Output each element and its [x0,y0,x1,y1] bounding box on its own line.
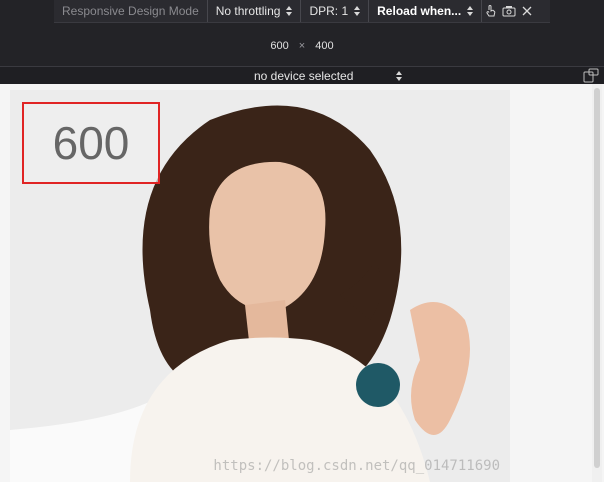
close-icon[interactable] [518,0,536,22]
reload-select[interactable]: Reload when... [369,4,481,18]
reload-label: Reload when... [377,4,462,18]
height-value[interactable]: 400 [315,40,333,52]
dimension-separator: × [298,40,306,52]
chevron-updown-icon [286,6,293,16]
chevron-updown-icon [396,70,402,81]
width-value[interactable]: 600 [270,40,288,52]
responsive-viewport: 600 https://blog.csdn.net/qq_014711690 [0,84,604,482]
device-bar: no device selected [0,66,604,84]
dpr-select[interactable]: DPR: 1 [301,4,368,18]
screenshot-icon[interactable] [500,0,518,22]
watermark: https://blog.csdn.net/qq_014711690 [213,458,500,474]
device-select[interactable]: no device selected [254,68,402,83]
chevron-updown-icon [467,6,474,16]
chevron-updown-icon [354,6,361,16]
rdm-toolbar: Responsive Design Mode No throttling DPR… [54,0,550,23]
width-label-box: 600 [22,102,160,184]
throttling-label: No throttling [215,4,281,18]
touch-icon[interactable] [482,0,500,22]
rotate-device-icon[interactable] [582,68,600,83]
dpr-label: DPR: 1 [309,4,349,18]
scrollbar-thumb[interactable] [594,88,600,468]
viewport-dimensions: 600 × 400 [0,34,604,58]
toolbar-title: Responsive Design Mode [62,4,199,18]
throttling-select[interactable]: No throttling [208,4,301,18]
page-canvas: 600 https://blog.csdn.net/qq_014711690 [10,90,510,482]
vertical-scrollbar[interactable] [592,84,602,482]
device-select-label: no device selected [254,68,354,83]
